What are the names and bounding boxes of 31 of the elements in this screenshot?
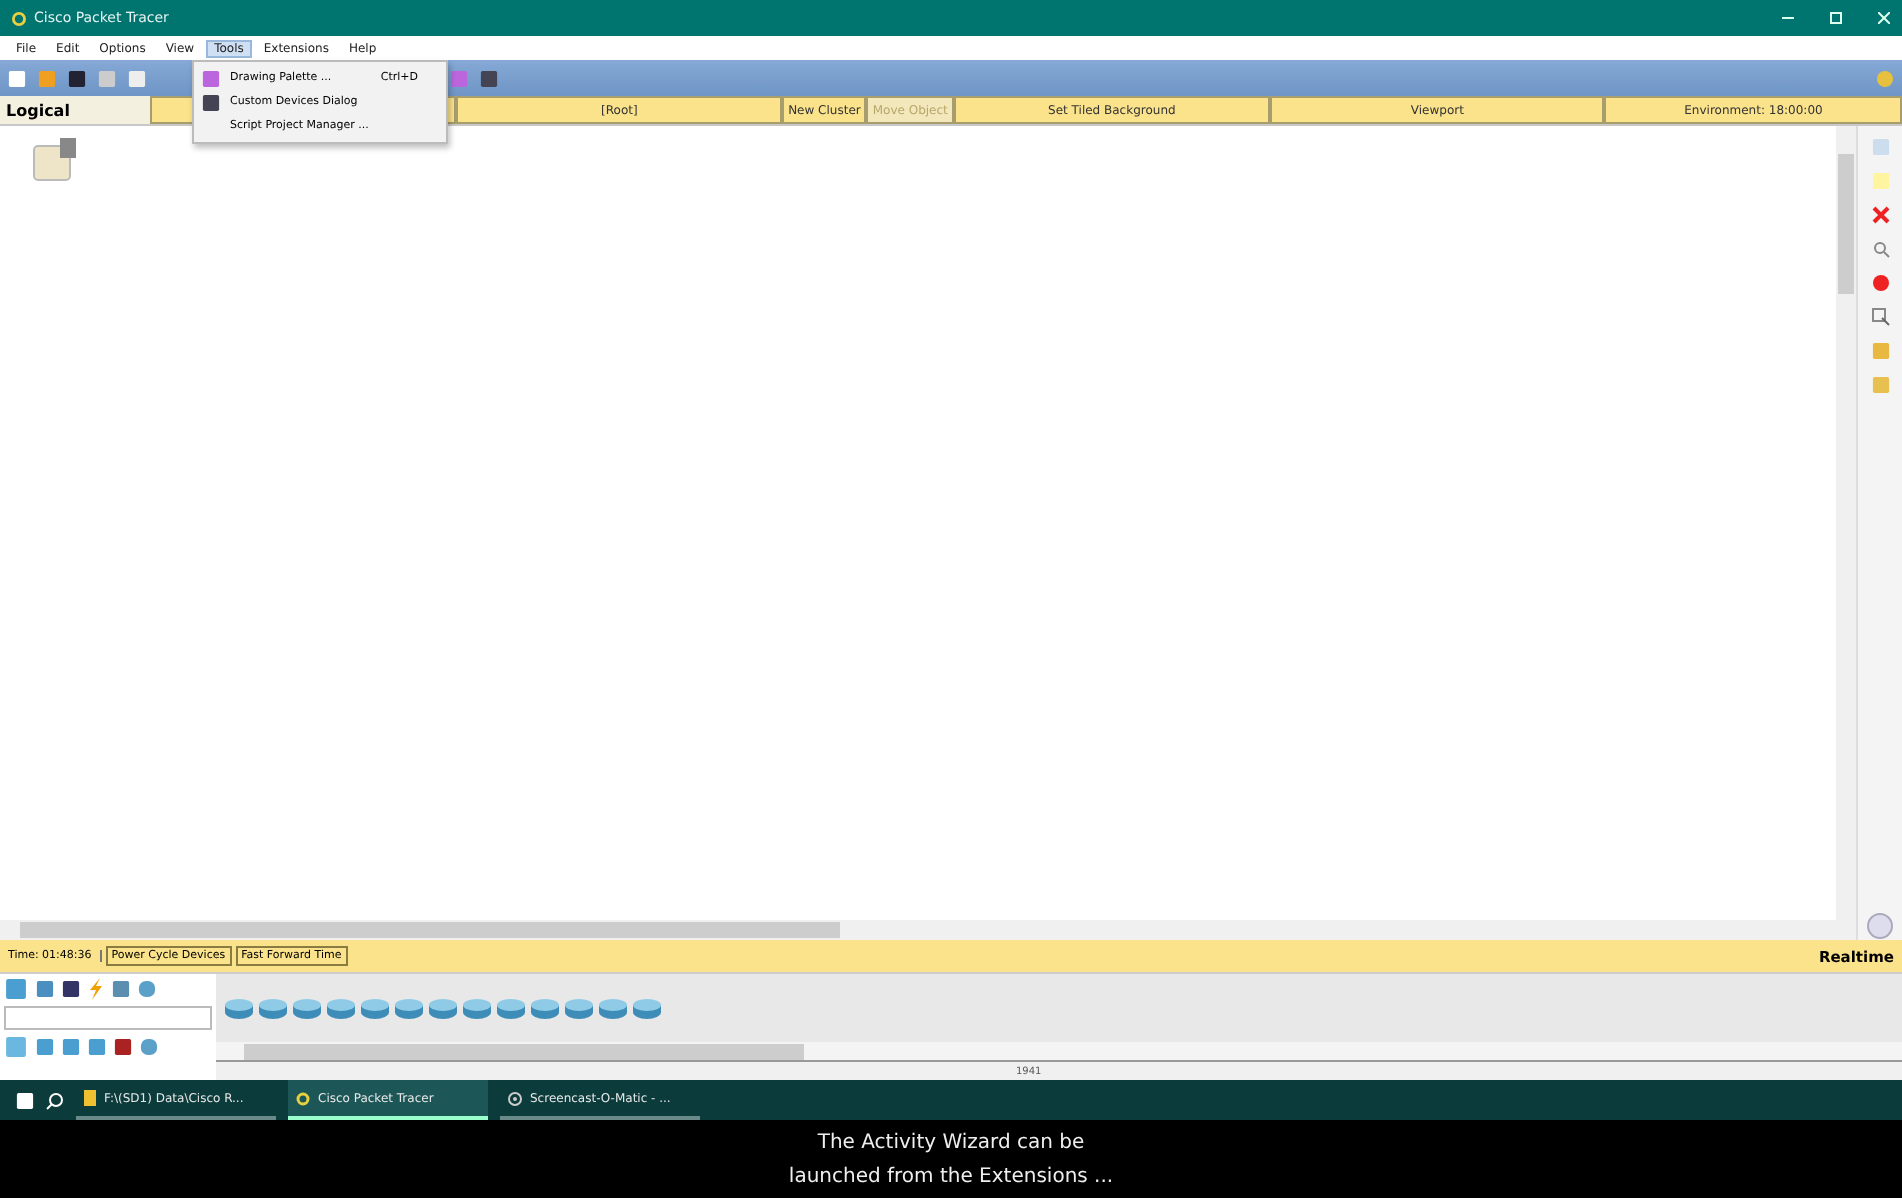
router-icon[interactable]: [394, 997, 424, 1019]
minimize-icon[interactable]: [1782, 12, 1794, 24]
router-icon[interactable]: [496, 997, 526, 1019]
resize-icon[interactable]: [1871, 308, 1889, 326]
horizontal-scrollbar[interactable]: [0, 920, 1856, 940]
device-scrollbar[interactable]: [216, 1042, 1902, 1060]
search-icon[interactable]: [46, 1091, 64, 1109]
app-logo-icon: [12, 11, 26, 25]
router-icon[interactable]: [326, 997, 356, 1019]
router-icon[interactable]: [428, 997, 458, 1019]
app-logo-icon: [296, 1091, 310, 1105]
caption-line: The Activity Wizard can be: [817, 1131, 1085, 1153]
vertical-scrollbar[interactable]: [1836, 126, 1856, 920]
record-icon[interactable]: [1871, 274, 1889, 292]
device-filter-field[interactable]: [4, 1006, 212, 1030]
close-icon[interactable]: [1878, 12, 1890, 24]
router-icon[interactable]: [292, 997, 322, 1019]
router-icon[interactable]: [258, 997, 288, 1019]
cluster-icon[interactable]: [32, 138, 80, 182]
record-icon: [508, 1091, 522, 1105]
router-icon[interactable]: [224, 997, 254, 1019]
router-icon[interactable]: [564, 997, 594, 1019]
maximize-icon[interactable]: [1830, 12, 1842, 24]
router-icon[interactable]: [632, 997, 662, 1019]
router-icon[interactable]: [598, 997, 628, 1019]
router-icon[interactable]: [462, 997, 492, 1019]
router-icon[interactable]: [530, 997, 560, 1019]
delete-icon[interactable]: [1871, 206, 1889, 224]
caption-line: launched from the Extensions ...: [788, 1165, 1114, 1187]
mode-label: Logical: [0, 96, 150, 124]
router-icon[interactable]: [360, 997, 390, 1019]
